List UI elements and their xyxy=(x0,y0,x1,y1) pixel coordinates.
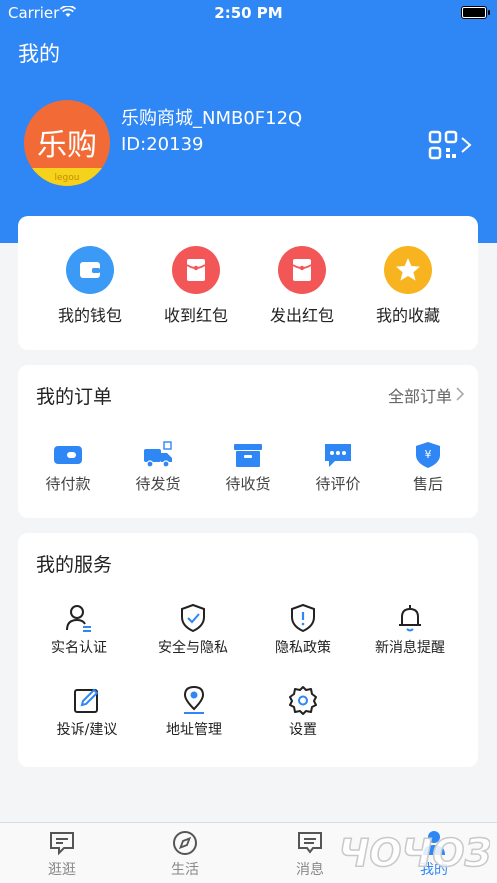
user-verify-icon xyxy=(66,605,91,632)
order-to-review[interactable]: 待评价 xyxy=(292,441,384,494)
service-label: 新消息提醒 xyxy=(375,640,445,656)
orders-card: 我的订单 全部订单 待付款 待发货 待收货 待评价 ¥ 售后 xyxy=(18,365,478,518)
services-title: 我的服务 xyxy=(36,554,113,576)
services-card: 我的服务 实名认证 安全与隐私 隐私政策 新消息提醒 投诉/建议 地址管理 设置 xyxy=(18,533,478,767)
user-id: ID:20139 xyxy=(121,134,204,155)
asset-label: 发出红包 xyxy=(269,306,334,325)
watermark-logo: ЧОЧОЗ xyxy=(340,830,490,876)
order-to-ship[interactable]: 待发货 xyxy=(112,441,204,494)
asset-received-envelope[interactable]: 收到红包 xyxy=(143,246,249,326)
chevron-right-icon[interactable] xyxy=(456,387,464,401)
service-label: 安全与隐私 xyxy=(158,640,228,656)
asset-wallet[interactable]: 我的钱包 xyxy=(37,246,143,326)
svg-text:ЧОЧОЗ: ЧОЧОЗ xyxy=(340,831,490,875)
service-complaint[interactable]: 投诉/建议 xyxy=(32,685,142,739)
battery-icon xyxy=(461,6,490,19)
svg-text:¥: ¥ xyxy=(425,448,432,461)
order-label: 待发货 xyxy=(135,475,181,493)
service-label: 投诉/建议 xyxy=(56,722,118,738)
order-pending-payment[interactable]: 待付款 xyxy=(22,441,114,494)
service-real-name[interactable]: 实名认证 xyxy=(24,603,134,657)
comment-icon xyxy=(325,444,351,467)
order-label: 待付款 xyxy=(45,475,91,493)
tab-life[interactable]: 生活 xyxy=(140,829,230,879)
avatar-brand-logo: 乐购 xyxy=(37,128,97,163)
order-label: 待收货 xyxy=(225,475,271,493)
service-privacy-policy[interactable]: 隐私政策 xyxy=(248,603,358,657)
red-envelope-icon xyxy=(278,246,326,294)
shield-check-icon xyxy=(181,603,205,633)
order-label: 待评价 xyxy=(315,475,361,493)
service-security-privacy[interactable]: 安全与隐私 xyxy=(138,603,248,657)
wallet-card-icon xyxy=(54,446,82,464)
location-icon xyxy=(183,685,205,714)
status-bar: Carrier 2:50 PM xyxy=(0,0,497,26)
box-icon xyxy=(234,444,262,467)
page-title: 我的 xyxy=(18,42,60,66)
order-to-receive[interactable]: 待收货 xyxy=(202,441,294,494)
service-label: 地址管理 xyxy=(166,722,222,738)
all-orders-link[interactable]: 全部订单 xyxy=(388,383,452,407)
red-envelope-icon xyxy=(172,246,220,294)
avatar-brand-sub: legou xyxy=(54,173,80,183)
compass-icon xyxy=(173,831,197,855)
service-notifications[interactable]: 新消息提醒 xyxy=(355,603,465,657)
order-after-sales[interactable]: ¥ 售后 xyxy=(382,441,474,494)
assets-card: 我的钱包 收到红包 发出红包 我的收藏 xyxy=(18,216,478,350)
asset-sent-envelope[interactable]: 发出红包 xyxy=(249,246,355,326)
orders-title: 我的订单 xyxy=(36,386,113,408)
service-address[interactable]: 地址管理 xyxy=(139,685,249,739)
service-label: 设置 xyxy=(289,722,317,738)
order-label: 售后 xyxy=(412,475,443,493)
service-settings[interactable]: 设置 xyxy=(248,685,358,739)
bell-icon xyxy=(399,605,421,632)
message-icon xyxy=(298,832,322,854)
asset-label: 我的钱包 xyxy=(57,306,122,325)
tab-label: 生活 xyxy=(171,862,199,878)
asset-favorites[interactable]: 我的收藏 xyxy=(355,246,461,326)
shield-yen-icon: ¥ xyxy=(416,442,440,468)
service-label: 隐私政策 xyxy=(275,640,331,656)
gear-icon xyxy=(289,686,317,715)
wallet-icon xyxy=(66,246,114,294)
edit-icon xyxy=(74,688,99,713)
star-icon xyxy=(384,246,432,294)
avatar[interactable]: 乐购 legou xyxy=(24,100,110,186)
tab-label: 逛逛 xyxy=(48,862,76,878)
chevron-right-icon[interactable] xyxy=(460,136,472,154)
qr-code-icon[interactable] xyxy=(428,130,458,160)
tab-browse[interactable]: 逛逛 xyxy=(17,829,107,879)
clock: 2:50 PM xyxy=(214,4,283,22)
chat-icon xyxy=(50,832,74,856)
shield-info-icon xyxy=(291,603,315,633)
service-label: 实名认证 xyxy=(51,640,107,656)
truck-icon xyxy=(144,441,172,468)
user-name: 乐购商城_NMB0F12Q xyxy=(121,108,303,129)
asset-label: 收到红包 xyxy=(163,306,228,325)
asset-label: 我的收藏 xyxy=(375,306,440,325)
